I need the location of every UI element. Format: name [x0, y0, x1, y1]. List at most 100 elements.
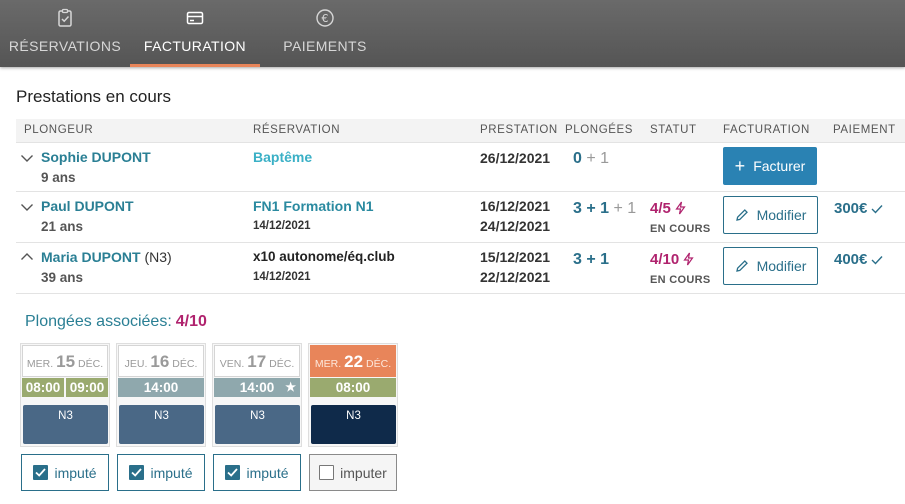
dive-time: 14:00 ★: [214, 378, 300, 397]
diver-age: 9 ans: [41, 170, 76, 185]
pencil-icon: [735, 209, 748, 221]
impute-checkbox[interactable]: imputé: [213, 454, 301, 491]
svg-text:€: €: [322, 12, 329, 25]
dives-count: 0 + 1: [573, 150, 610, 167]
checkbox-checked-icon: [129, 465, 145, 480]
dive-card[interactable]: MER. 22 DÉC. 08:00 N3: [308, 343, 398, 447]
payment-amount: 300€: [834, 200, 883, 217]
impute-checkbox[interactable]: imputé: [21, 454, 109, 491]
col-statut: STATUT: [650, 124, 697, 136]
status-progress: 4/10: [650, 251, 695, 268]
associated-title-label: Plongées associées:: [25, 313, 172, 330]
prestation-date-end: 24/12/2021: [480, 218, 551, 234]
checkbox-checked-icon: [225, 465, 241, 480]
dive-level: N3: [119, 405, 204, 444]
chevron-down-icon[interactable]: [20, 200, 34, 214]
table-row: Paul DUPONT 21 ans FN1 Formation N1 14/1…: [16, 192, 905, 243]
dive-level: N3: [215, 405, 300, 444]
modifier-button[interactable]: Modifier: [723, 196, 818, 234]
table-row: Sophie DUPONT 9 ans Baptême 26/12/2021 0…: [16, 143, 905, 192]
button-label: Modifier: [756, 258, 807, 274]
chevron-down-icon[interactable]: [20, 151, 34, 165]
checkbox-label: imputé: [150, 464, 193, 481]
prestation-date-end: 22/12/2021: [480, 269, 551, 285]
reservation-date: 14/12/2021: [253, 271, 311, 283]
tab-facturation[interactable]: FACTURATION: [130, 0, 260, 67]
dives-count: 3 + 1: [573, 251, 610, 268]
checkbox-checked-icon: [33, 465, 49, 480]
col-facturation: FACTURATION: [723, 124, 810, 136]
dive-time: 08:00: [22, 378, 64, 397]
diver-age: 39 ans: [41, 270, 84, 285]
dive-card[interactable]: JEU. 16 DÉC. 14:00 N3: [116, 343, 206, 447]
dive-date: JEU. 16 DÉC.: [118, 345, 204, 377]
reservation-date: 14/12/2021: [253, 220, 311, 232]
facturer-button[interactable]: + Facturer: [723, 147, 817, 185]
dive-date: MER. 15 DÉC.: [22, 345, 108, 377]
button-label: Modifier: [756, 207, 807, 223]
prestation-date-start: 16/12/2021: [480, 198, 551, 214]
chevron-up-icon[interactable]: [20, 250, 34, 264]
diver-name[interactable]: Sophie DUPONT: [41, 149, 151, 165]
section-title: Prestations en cours: [16, 87, 171, 106]
col-paiement: PAIEMENT: [833, 124, 896, 136]
dive-time: 14:00: [118, 378, 204, 397]
plus-icon: +: [734, 156, 746, 176]
diver-name[interactable]: Paul DUPONT: [41, 198, 134, 214]
impute-checkbox[interactable]: imputer: [309, 454, 397, 491]
tab-reservations[interactable]: RÉSERVATIONS: [0, 0, 130, 67]
table-row: Maria DUPONT (N3) 39 ans x10 autonome/éq…: [16, 243, 905, 294]
active-tab-indicator: [130, 64, 260, 67]
diver-name[interactable]: Maria DUPONT (N3): [41, 249, 172, 265]
checkbox-label: imputer: [340, 464, 387, 481]
tab-label: PAIEMENTS: [283, 38, 367, 54]
status-progress: 4/5: [650, 200, 687, 217]
top-nav: RÉSERVATIONS FACTURATION € PAIEMENTS: [0, 0, 905, 67]
dive-card[interactable]: VEN. 17 DÉC. 14:00 ★ N3: [212, 343, 302, 447]
dive-times: 14:00 ★: [214, 378, 300, 397]
check-icon: [871, 256, 883, 265]
tab-paiements[interactable]: € PAIEMENTS: [260, 0, 390, 67]
check-icon: [871, 205, 883, 214]
button-label: Facturer: [753, 158, 806, 174]
euro-icon: €: [316, 9, 334, 27]
associated-dives-title: Plongées associées: 4/10: [25, 313, 207, 331]
dive-times: 14:00: [118, 378, 204, 397]
impute-checkbox[interactable]: imputé: [117, 454, 205, 491]
dive-times: 08:00 09:00: [22, 378, 108, 397]
dive-times: 08:00: [310, 378, 396, 397]
table-header: PLONGEUR RÉSERVATION PRESTATION PLONGÉES…: [16, 119, 905, 143]
prestation-date-start: 15/12/2021: [480, 249, 551, 265]
dive-level: N3: [311, 405, 396, 444]
clipboard-check-icon: [58, 8, 72, 27]
associated-count: 4/10: [175, 313, 207, 330]
reservation-name[interactable]: x10 autonome/éq.club: [253, 249, 395, 264]
checkbox-label: imputé: [54, 464, 97, 481]
modifier-button[interactable]: Modifier: [723, 247, 818, 285]
status-label: EN COURS: [650, 274, 711, 286]
checkbox-label: imputé: [246, 464, 289, 481]
dive-time: 08:00: [310, 378, 396, 397]
col-reservation: RÉSERVATION: [253, 124, 341, 136]
status-label: EN COURS: [650, 223, 711, 235]
dive-date: MER. 22 DÉC.: [310, 345, 396, 377]
checkbox-unchecked-icon: [319, 465, 335, 480]
diver-age: 21 ans: [41, 219, 84, 234]
star-icon: ★: [285, 380, 296, 394]
dives-count: 3 + 1 + 1: [573, 200, 637, 217]
lightning-icon: [675, 201, 686, 215]
col-prestation: PRESTATION: [480, 124, 558, 136]
reservation-link[interactable]: Baptême: [253, 149, 312, 165]
tab-label: FACTURATION: [143, 38, 247, 54]
col-plongeur: PLONGEUR: [24, 124, 94, 136]
pencil-icon: [735, 260, 748, 272]
lightning-icon: [683, 252, 694, 266]
dive-date: VEN. 17 DÉC.: [214, 345, 300, 377]
credit-card-icon: [186, 11, 204, 25]
tab-label: RÉSERVATIONS: [8, 38, 122, 54]
dive-level: N3: [23, 405, 108, 444]
prestation-date: 26/12/2021: [480, 150, 551, 166]
dive-card[interactable]: MER. 15 DÉC. 08:00 09:00 N3: [20, 343, 110, 447]
reservation-link[interactable]: FN1 Formation N1: [253, 198, 374, 214]
col-plongees: PLONGÉES: [565, 124, 634, 136]
